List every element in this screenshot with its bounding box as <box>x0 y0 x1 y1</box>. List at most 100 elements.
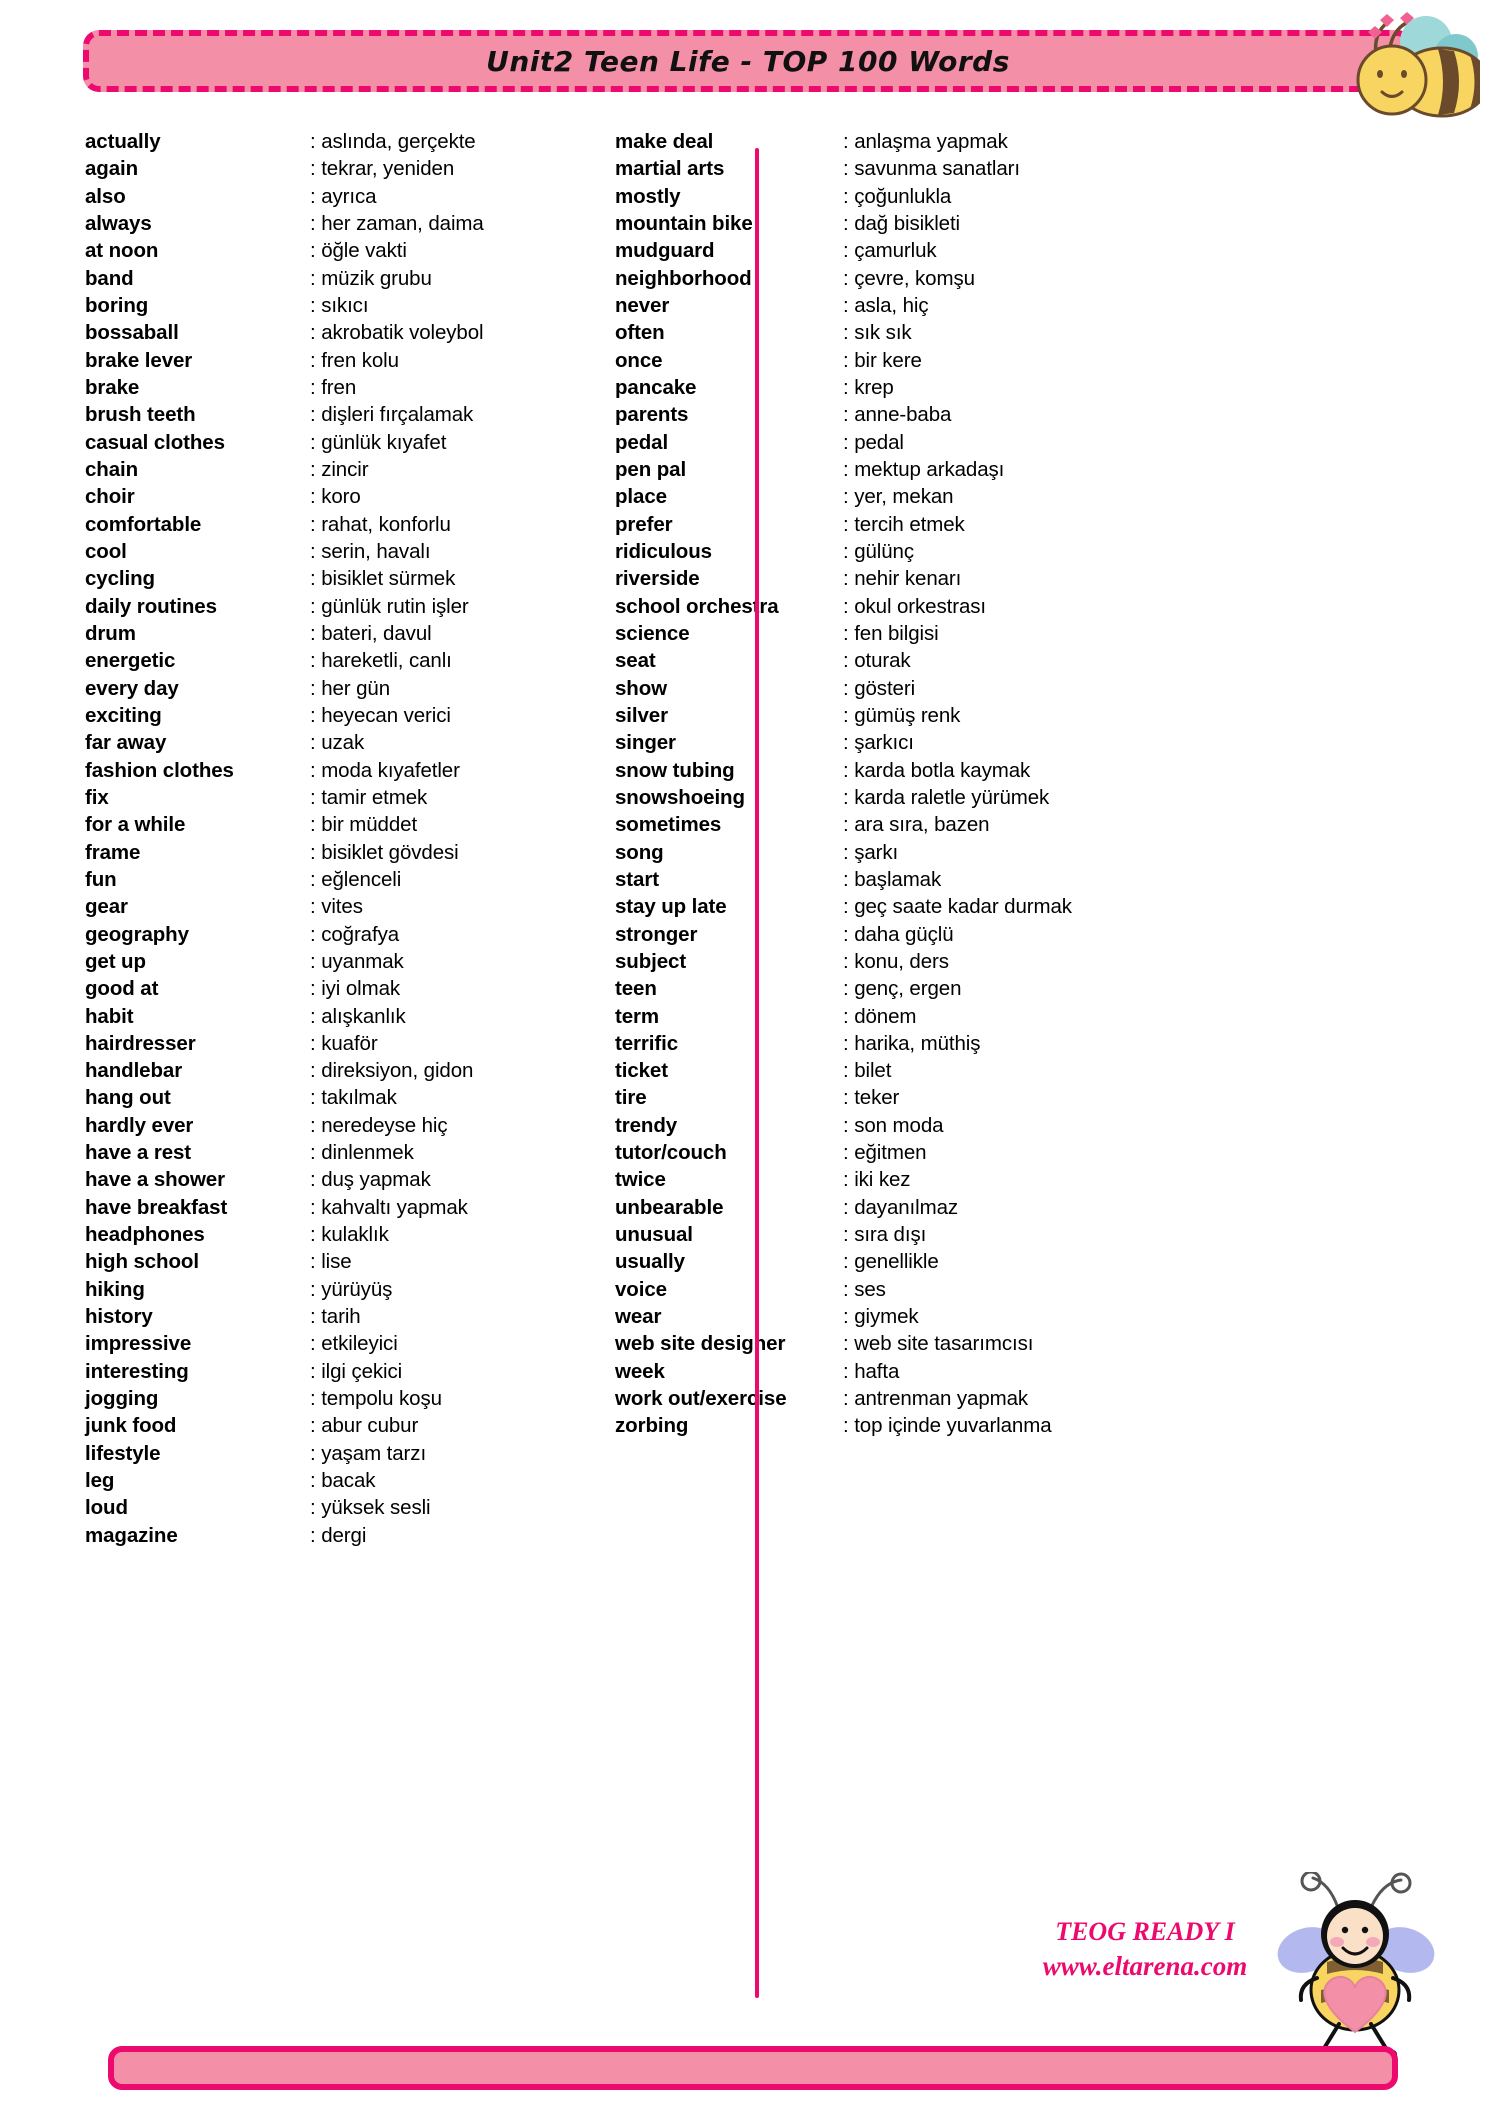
vocabulary-word: fun <box>85 867 117 891</box>
vocabulary-row: lifestyle: yaşam tarzı <box>85 1440 705 1467</box>
vocabulary-row: hairdresser: kuaför <box>85 1030 705 1057</box>
bee-with-heart-icon <box>1255 1870 1455 2067</box>
vocabulary-meaning: : tamir etmek <box>310 785 428 809</box>
vocabulary-meaning: : ayrıca <box>310 184 377 208</box>
vocabulary-meaning: : kahvaltı yapmak <box>310 1195 468 1219</box>
vocabulary-meaning: : gülünç <box>843 539 915 563</box>
vocabulary-row: usually: genellikle <box>615 1248 1295 1275</box>
vocabulary-row: hardly ever: neredeyse hiç <box>85 1112 705 1139</box>
vocabulary-meaning: : mektup arkadaşı <box>843 457 1005 481</box>
vocabulary-meaning: : son moda <box>843 1113 944 1137</box>
vocabulary-row: stay up late: geç saate kadar durmak <box>615 893 1295 920</box>
vocabulary-row: pen pal: mektup arkadaşı <box>615 456 1295 483</box>
header-banner: Unit2 Teen Life - TOP 100 Words <box>83 30 1413 92</box>
vocabulary-word: gear <box>85 895 128 919</box>
vocabulary-meaning: : günlük kıyafet <box>310 430 447 454</box>
vocabulary-word: chain <box>85 457 139 481</box>
vocabulary-meaning: : dayanılmaz <box>843 1195 959 1219</box>
vocabulary-meaning: : gümüş renk <box>843 703 961 727</box>
vocabulary-meaning: : uyanmak <box>310 949 404 973</box>
vocabulary-row: good at: iyi olmak <box>85 975 705 1002</box>
vocabulary-word: mostly <box>615 184 681 208</box>
vocabulary-word: teen <box>615 977 657 1001</box>
vocabulary-meaning: : vites <box>310 895 363 919</box>
vocabulary-meaning: : genç, ergen <box>843 977 962 1001</box>
vocabulary-word: brake lever <box>85 348 193 372</box>
vocabulary-word: have a shower <box>85 1168 225 1192</box>
vocabulary-meaning: : rahat, konforlu <box>310 512 451 536</box>
vocabulary-row: casual clothes: günlük kıyafet <box>85 429 705 456</box>
vocabulary-meaning: : antrenman yapmak <box>843 1387 1029 1411</box>
vocabulary-meaning: : takılmak <box>310 1086 397 1110</box>
vocabulary-row: cool: serin, havalı <box>85 538 705 565</box>
vocabulary-word: get up <box>85 949 146 973</box>
vocabulary-word: show <box>615 676 667 700</box>
vocabulary-row: snowshoeing: karda raletle yürümek <box>615 784 1295 811</box>
vocabulary-row: science: fen bilgisi <box>615 620 1295 647</box>
vocabulary-meaning: : hareketli, canlı <box>310 649 452 673</box>
vocabulary-row: for a while: bir müddet <box>85 811 705 838</box>
vocabulary-meaning: : eğitmen <box>843 1141 927 1165</box>
vocabulary-row: prefer: tercih etmek <box>615 511 1295 538</box>
vocabulary-meaning: : çamurluk <box>843 239 937 263</box>
vocabulary-meaning: : dinlenmek <box>310 1141 414 1165</box>
vocabulary-row: at noon: öğle vakti <box>85 237 705 264</box>
vocabulary-word: leg <box>85 1469 115 1493</box>
vocabulary-word: again <box>85 157 139 181</box>
vocabulary-meaning: : abur cubur <box>310 1414 419 1438</box>
vocabulary-row: unbearable: dayanılmaz <box>615 1194 1295 1221</box>
vocabulary-row: ridiculous : gülünç <box>615 538 1295 565</box>
vocabulary-meaning: : fren <box>310 375 357 399</box>
vocabulary-row: unusual: sıra dışı <box>615 1221 1295 1248</box>
vocabulary-row: song: şarkı <box>615 839 1295 866</box>
vocabulary-row: hang out : takılmak <box>85 1084 705 1111</box>
vocabulary-row: loud: yüksek sesli <box>85 1494 705 1521</box>
vocabulary-meaning: : bilet <box>843 1059 892 1083</box>
vocabulary-word: hang out <box>85 1086 171 1110</box>
vocabulary-row: place: yer, mekan <box>615 483 1295 510</box>
vocabulary-word: boring <box>85 293 149 317</box>
vocabulary-row: school orchestra: okul orkestrası <box>615 593 1295 620</box>
vocabulary-meaning: : müzik grubu <box>310 266 432 290</box>
brand-website[interactable]: www.eltarena.com <box>1005 1949 1285 1983</box>
vocabulary-row: actually: aslında, gerçekte <box>85 128 705 155</box>
vocabulary-word: ridiculous <box>615 539 712 563</box>
vocabulary-row: again: tekrar, yeniden <box>85 155 705 182</box>
vocabulary-word: handlebar <box>85 1059 183 1083</box>
vocabulary-word: prefer <box>615 512 673 536</box>
vocabulary-word: twice <box>615 1168 666 1192</box>
vocabulary-row: show : gösteri <box>615 675 1295 702</box>
vocabulary-word: sometimes <box>615 813 722 837</box>
vocabulary-row: comfortable: rahat, konforlu <box>85 511 705 538</box>
vocabulary-meaning: : kuaför <box>310 1031 378 1055</box>
vocabulary-row: pancake: krep <box>615 374 1295 401</box>
vocabulary-row: martial arts: savunma sanatları <box>615 155 1295 182</box>
page-title: Unit2 Teen Life - TOP 100 Words <box>486 44 1010 78</box>
vocabulary-row: week: hafta <box>615 1358 1295 1385</box>
vocabulary-word: science <box>615 621 690 645</box>
vocabulary-row: twice: iki kez <box>615 1166 1295 1193</box>
vocabulary-row: drum: bateri, davul <box>85 620 705 647</box>
vocabulary-word: often <box>615 321 665 345</box>
vocabulary-meaning: : bateri, davul <box>310 621 432 645</box>
vocabulary-meaning: : etkileyici <box>310 1332 398 1356</box>
vocabulary-row: frame: bisiklet gövdesi <box>85 839 705 866</box>
vocabulary-row: also: ayrıca <box>85 183 705 210</box>
vocabulary-row: terrific: harika, müthiş <box>615 1030 1295 1057</box>
vocabulary-row: have a shower: duş yapmak <box>85 1166 705 1193</box>
vocabulary-word: voice <box>615 1277 667 1301</box>
vocabulary-word: martial arts <box>615 157 725 181</box>
vocabulary-row: riverside: nehir kenarı <box>615 565 1295 592</box>
vocabulary-word: fix <box>85 785 109 809</box>
vocabulary-word: exciting <box>85 703 162 727</box>
vocabulary-meaning: : karda botla kaymak <box>843 758 1031 782</box>
vocabulary-word: subject <box>615 949 687 973</box>
vocabulary-meaning: : gösteri <box>843 676 916 700</box>
vocabulary-word: start <box>615 867 659 891</box>
vocabulary-row: have a rest: dinlenmek <box>85 1139 705 1166</box>
vocabulary-row: far away: uzak <box>85 729 705 756</box>
vocabulary-word: band <box>85 266 134 290</box>
vocabulary-word: mountain bike <box>615 211 753 235</box>
vocabulary-word: stronger <box>615 922 698 946</box>
vocabulary-row: mostly: çoğunlukla <box>615 183 1295 210</box>
